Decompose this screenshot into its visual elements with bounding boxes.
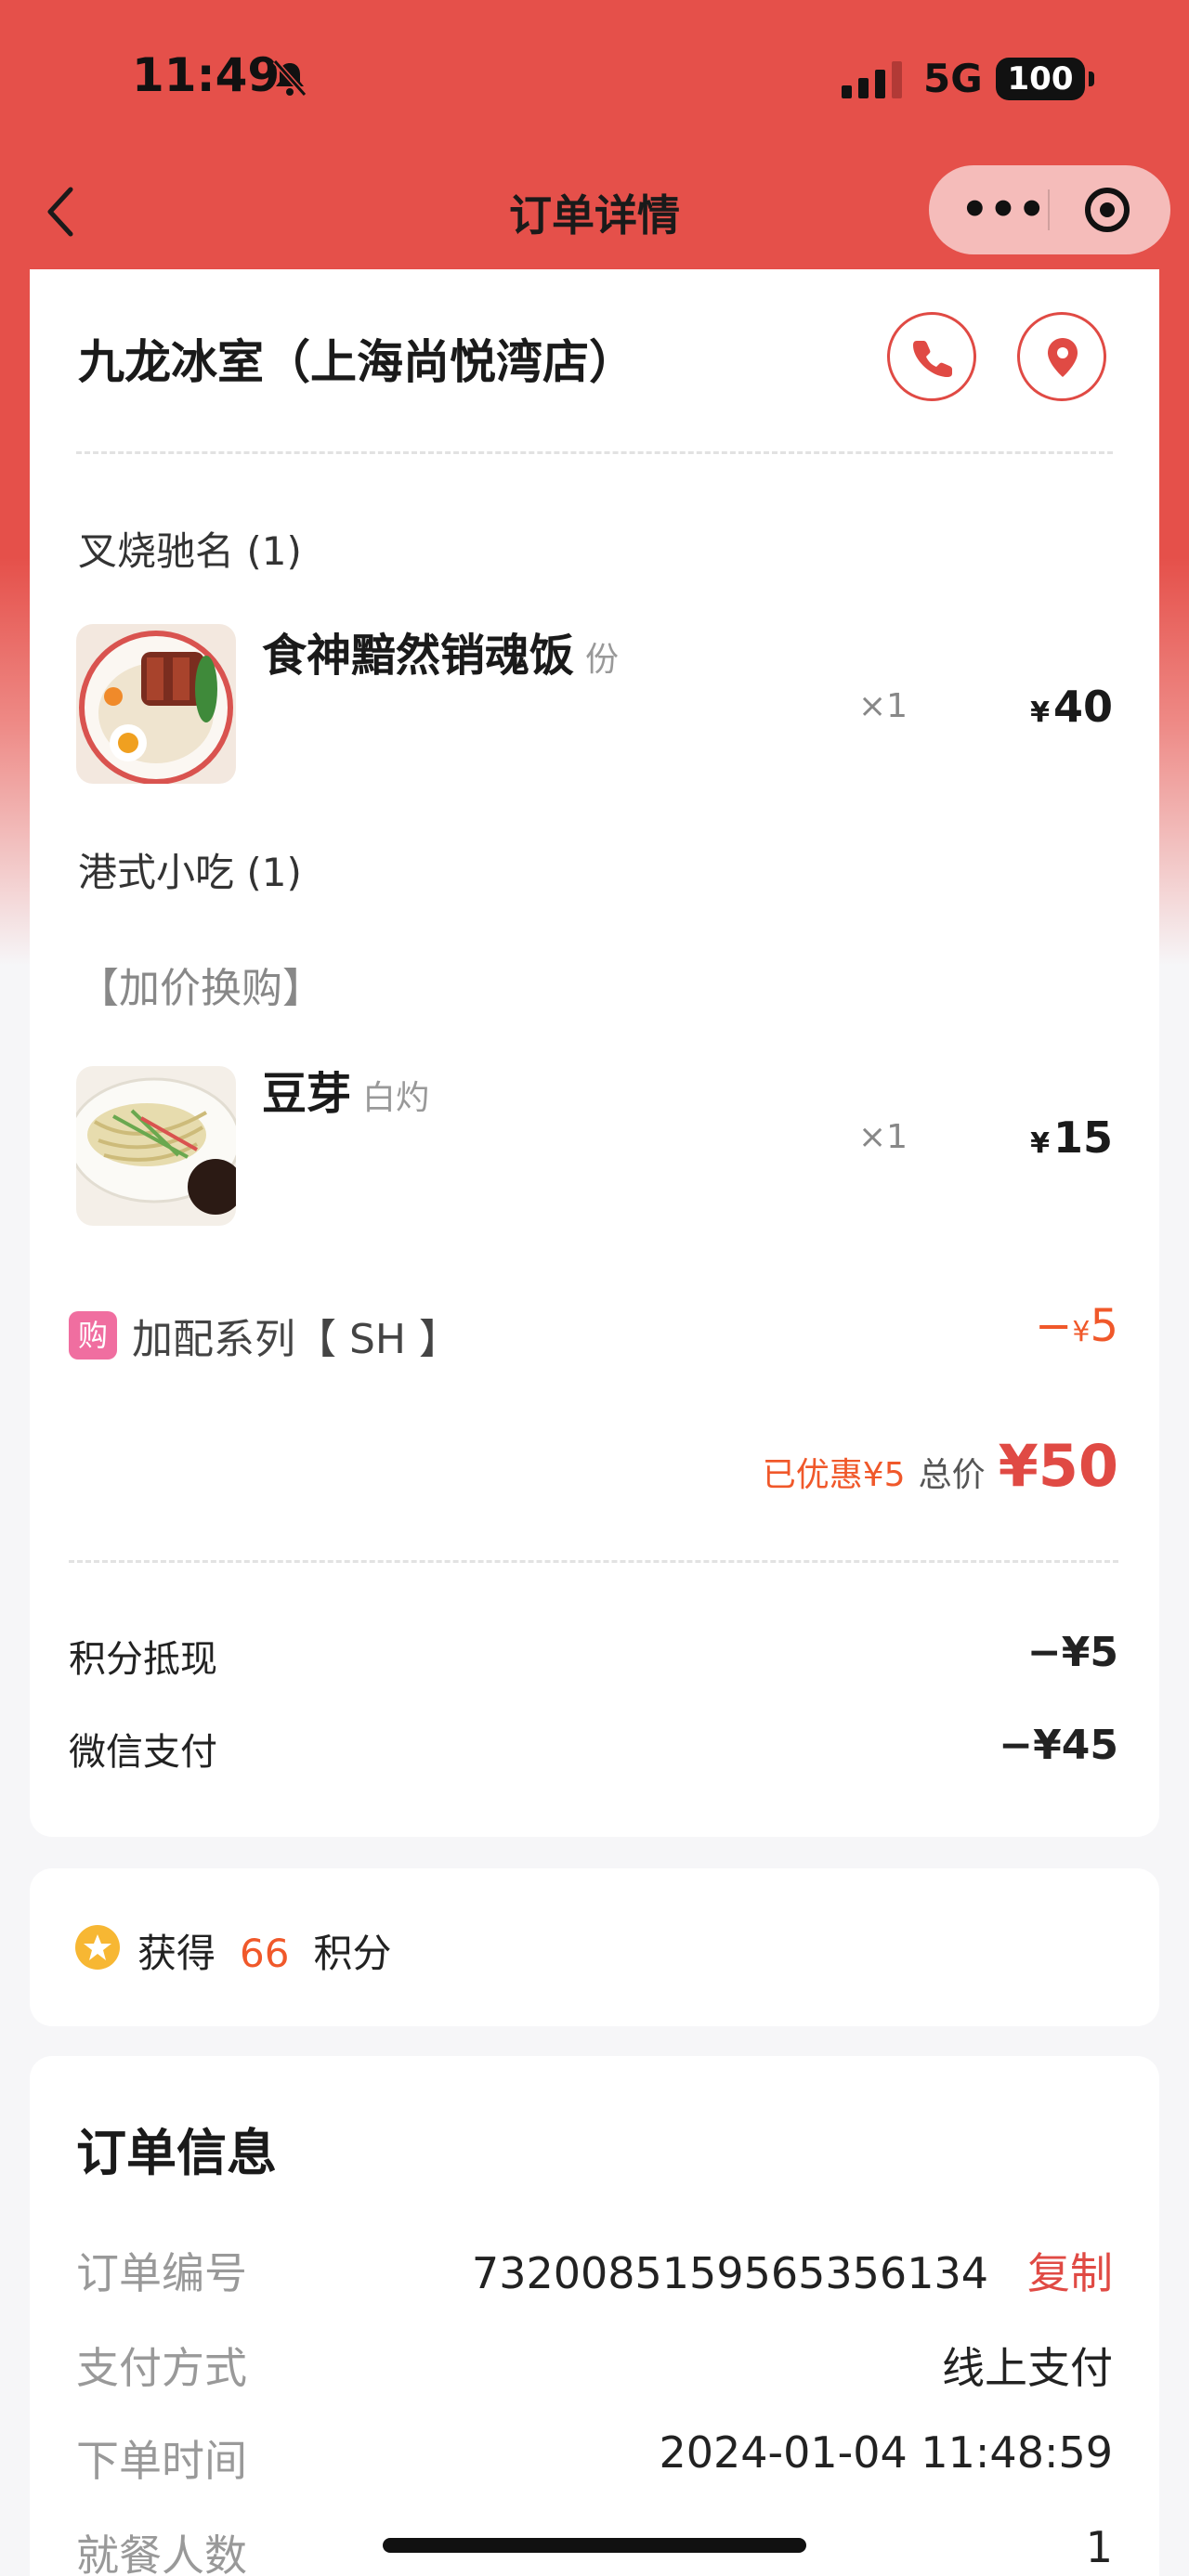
dish-name: 食神黯然销魂饭份 [262, 618, 619, 683]
copy-button[interactable]: 复制 [1027, 2248, 1113, 2298]
battery-icon: 100 [996, 58, 1094, 100]
info-label: 订单编号 [76, 2248, 247, 2298]
store-location-button[interactable] [1017, 312, 1106, 401]
info-value: 2024-01-04 11:48:59 [659, 2427, 1113, 2478]
order-items-card: 九龙冰室（上海尚悦湾店） 叉烧驰名 (1) 食神黯然销魂饭份 ×1 ¥40 港式… [30, 269, 1159, 1837]
order-number: 7320085159565356134 [471, 2248, 988, 2298]
page-title: 订单详情 [509, 190, 680, 241]
star-points-icon [75, 1925, 120, 1970]
points-card: 获得 66 积分 [30, 1868, 1159, 2026]
info-value: 1 [1085, 2522, 1113, 2572]
points-value: 66 [240, 1931, 290, 1976]
divider [69, 1560, 1118, 1563]
store-name: 九龙冰室（上海尚悦湾店） [78, 335, 635, 389]
info-label: 下单时间 [76, 2436, 247, 2486]
payment-label: 积分抵现 [69, 1638, 217, 1681]
promo-name: 加配系列【 SH 】 [132, 1316, 460, 1363]
total-label: 总价 [918, 1456, 986, 1494]
dish-price: ¥40 [1030, 682, 1113, 732]
dish-spec: 份 [585, 641, 620, 679]
status-bar: 11:49 5G 100 [0, 0, 1189, 158]
status-time: 11:49 [132, 48, 281, 102]
total-summary: 已优惠¥5 总价 ¥50 [763, 1432, 1118, 1500]
more-menu-button[interactable]: ••• [960, 184, 1046, 236]
home-indicator[interactable] [383, 2538, 806, 2553]
info-value: 线上支付 [942, 2343, 1113, 2393]
info-label: 就餐人数 [76, 2530, 247, 2576]
order-info-card: 订单信息 订单编号 7320085159565356134 复制 支付方式 线上支… [30, 2056, 1159, 2576]
order-number-row: 订单编号 7320085159565356134 复制 [76, 2240, 1113, 2301]
dish-image-bean-sprouts [76, 1066, 236, 1226]
dish-name: 豆芽 白灼 [262, 1057, 429, 1122]
dish-quantity: ×1 [858, 1118, 908, 1156]
category-label: 港式小吃 (1) [78, 850, 302, 895]
saved-amount: 已优惠¥5 [762, 1456, 906, 1494]
addon-label: 【加价换购】 [78, 965, 323, 1012]
points-prefix: 获得 [137, 1931, 216, 1976]
payment-value: −¥5 [1026, 1629, 1118, 1676]
promo-amount: 5 [1090, 1300, 1118, 1352]
phone-icon [913, 341, 952, 377]
currency-symbol: ¥ [1072, 1316, 1091, 1348]
network-type: 5G [923, 56, 983, 101]
call-store-button[interactable] [887, 312, 976, 401]
payment-row: 积分抵现 −¥5 [69, 1629, 1118, 1683]
miniapp-capsule: ••• [929, 165, 1170, 254]
info-value: 7320085159565356134 复制 [472, 2240, 1113, 2301]
total-price: ¥50 [998, 1432, 1118, 1500]
back-chevron-icon[interactable] [43, 182, 80, 241]
promo-tag: 购 [69, 1311, 117, 1360]
points-earned: 获得 66 积分 [137, 1922, 391, 1979]
payment-method-row: 支付方式 线上支付 [76, 2335, 1113, 2396]
capsule-divider [1048, 189, 1050, 230]
order-time-row: 下单时间 2024-01-04 11:48:59 [76, 2427, 1113, 2489]
promo-discount: −¥5 [1035, 1300, 1118, 1352]
payment-row: 微信支付 −¥45 [69, 1722, 1118, 1776]
promo-prefix: − [1035, 1300, 1073, 1352]
dish-quantity: ×1 [858, 687, 908, 725]
signal-icon [842, 61, 902, 98]
dish-title: 豆芽 [262, 1068, 352, 1120]
divider [76, 451, 1113, 454]
close-miniapp-icon[interactable] [1085, 188, 1130, 232]
section-title: 订单信息 [76, 2124, 277, 2182]
location-pin-icon [1048, 338, 1078, 377]
currency-symbol: ¥ [1030, 1127, 1050, 1160]
info-label: 支付方式 [76, 2343, 247, 2393]
dish-price: ¥15 [1030, 1112, 1113, 1163]
category-label: 叉烧驰名 (1) [78, 528, 302, 574]
payment-value: −¥45 [999, 1722, 1118, 1769]
dish-spec: 白灼 [362, 1079, 430, 1117]
currency-symbol: ¥ [1030, 696, 1050, 729]
mute-bell-icon [272, 59, 307, 97]
points-suffix: 积分 [313, 1931, 392, 1976]
dish-image-rice [76, 624, 236, 784]
price-value: 15 [1052, 1112, 1113, 1163]
battery-level: 100 [1007, 60, 1074, 98]
payment-label: 微信支付 [69, 1731, 217, 1774]
dish-title: 食神黯然销魂饭 [262, 630, 575, 682]
price-value: 40 [1052, 682, 1113, 732]
